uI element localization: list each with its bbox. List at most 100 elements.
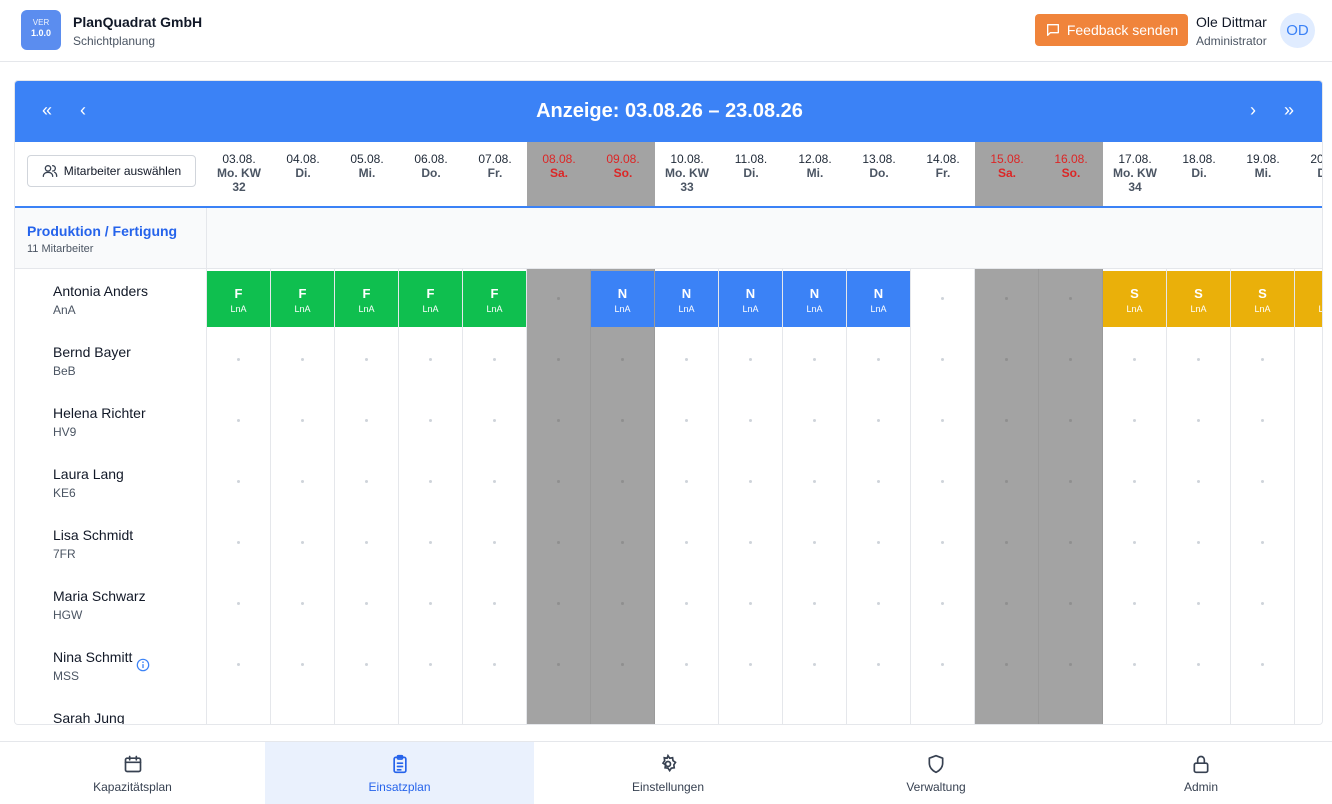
schedule-cell[interactable] <box>271 452 335 513</box>
schedule-cell[interactable] <box>1295 696 1322 724</box>
schedule-cell[interactable]: F LnA <box>207 269 271 330</box>
schedule-cell[interactable] <box>1103 635 1167 696</box>
schedule-cell[interactable] <box>783 330 847 391</box>
schedule-cell[interactable] <box>207 635 271 696</box>
avatar[interactable]: OD <box>1280 13 1315 48</box>
schedule-cell[interactable] <box>1103 574 1167 635</box>
shift-block[interactable]: F LnA <box>207 271 270 327</box>
nav-kapazitaetsplan[interactable]: Kapazitätsplan <box>0 742 265 804</box>
schedule-cell[interactable] <box>335 513 399 574</box>
schedule-cell[interactable] <box>975 635 1039 696</box>
schedule-cell[interactable] <box>1103 452 1167 513</box>
schedule-cell[interactable] <box>655 391 719 452</box>
schedule-cell[interactable] <box>655 574 719 635</box>
schedule-cell[interactable] <box>1103 330 1167 391</box>
schedule-cell[interactable] <box>847 696 911 724</box>
schedule-cell[interactable] <box>271 391 335 452</box>
schedule-cell[interactable] <box>527 391 591 452</box>
schedule-cell[interactable] <box>719 574 783 635</box>
schedule-cell[interactable] <box>591 574 655 635</box>
schedule-cell[interactable] <box>975 696 1039 724</box>
schedule-cell[interactable] <box>975 330 1039 391</box>
schedule-cell[interactable] <box>463 513 527 574</box>
schedule-cell[interactable] <box>1167 513 1231 574</box>
schedule-cell[interactable] <box>1231 574 1295 635</box>
feedback-button[interactable]: Feedback senden <box>1035 14 1188 46</box>
schedule-cell[interactable]: S LnA <box>1231 269 1295 330</box>
shift-block[interactable]: S LnA <box>1231 271 1294 327</box>
schedule-cell[interactable] <box>847 330 911 391</box>
schedule-cell[interactable]: S LnA <box>1167 269 1231 330</box>
schedule-cell[interactable] <box>1039 452 1103 513</box>
schedule-cell[interactable] <box>1039 330 1103 391</box>
schedule-cell[interactable]: S LnA <box>1295 269 1322 330</box>
employee-label[interactable]: Helena Richter HV9 <box>15 391 207 452</box>
nav-verwaltung[interactable]: Verwaltung <box>802 742 1070 804</box>
schedule-cell[interactable] <box>655 513 719 574</box>
schedule-cell[interactable]: F LnA <box>271 269 335 330</box>
schedule-cell[interactable] <box>911 635 975 696</box>
schedule-cell[interactable] <box>591 513 655 574</box>
schedule-cell[interactable] <box>463 696 527 724</box>
schedule-cell[interactable] <box>207 452 271 513</box>
employee-label[interactable]: Sarah Jung <box>15 696 207 724</box>
select-employees-button[interactable]: Mitarbeiter auswählen <box>27 155 196 187</box>
schedule-cell[interactable] <box>1167 696 1231 724</box>
schedule-cell[interactable] <box>1103 696 1167 724</box>
info-icon[interactable] <box>136 658 150 672</box>
schedule-cell[interactable] <box>1231 635 1295 696</box>
schedule-cell[interactable] <box>911 269 975 330</box>
schedule-cell[interactable] <box>527 696 591 724</box>
schedule-cell[interactable] <box>783 452 847 513</box>
schedule-cell[interactable] <box>1231 330 1295 391</box>
schedule-cell[interactable]: F LnA <box>463 269 527 330</box>
schedule-cell[interactable] <box>527 574 591 635</box>
schedule-cell[interactable] <box>591 696 655 724</box>
schedule-cell[interactable] <box>783 635 847 696</box>
schedule-cell[interactable] <box>271 696 335 724</box>
schedule-cell[interactable] <box>527 513 591 574</box>
schedule-cell[interactable] <box>847 635 911 696</box>
schedule-cell[interactable] <box>207 696 271 724</box>
schedule-cell[interactable] <box>655 696 719 724</box>
schedule-cell[interactable] <box>399 696 463 724</box>
schedule-cell[interactable] <box>719 513 783 574</box>
schedule-cell[interactable] <box>335 391 399 452</box>
schedule-cell[interactable] <box>335 635 399 696</box>
schedule-cell[interactable] <box>591 391 655 452</box>
shift-block[interactable]: S LnA <box>1295 271 1322 327</box>
schedule-cell[interactable] <box>335 696 399 724</box>
schedule-cell[interactable] <box>1039 635 1103 696</box>
schedule-cell[interactable] <box>1231 391 1295 452</box>
schedule-cell[interactable] <box>783 574 847 635</box>
schedule-cell[interactable] <box>1295 330 1322 391</box>
shift-block[interactable]: N LnA <box>783 271 846 327</box>
schedule-cell[interactable] <box>847 574 911 635</box>
shift-block[interactable]: S LnA <box>1167 271 1230 327</box>
schedule-cell[interactable] <box>783 391 847 452</box>
schedule-cell[interactable] <box>399 391 463 452</box>
schedule-cell[interactable] <box>911 330 975 391</box>
schedule-cell[interactable]: F LnA <box>335 269 399 330</box>
schedule-cell[interactable] <box>591 330 655 391</box>
schedule-cell[interactable] <box>271 330 335 391</box>
schedule-cell[interactable] <box>1231 513 1295 574</box>
schedule-cell[interactable] <box>591 635 655 696</box>
schedule-cell[interactable] <box>463 330 527 391</box>
shift-block[interactable]: F LnA <box>463 271 526 327</box>
schedule-cell[interactable] <box>1039 391 1103 452</box>
schedule-cell[interactable]: N LnA <box>847 269 911 330</box>
schedule-cell[interactable] <box>1295 452 1322 513</box>
shift-block[interactable]: N LnA <box>847 271 910 327</box>
schedule-cell[interactable] <box>207 391 271 452</box>
schedule-cell[interactable] <box>975 391 1039 452</box>
schedule-cell[interactable] <box>783 513 847 574</box>
group-label[interactable]: Produktion / Fertigung 11 Mitarbeiter <box>15 208 207 269</box>
schedule-cell[interactable] <box>1039 574 1103 635</box>
schedule-cell[interactable] <box>399 574 463 635</box>
schedule-cell[interactable]: N LnA <box>655 269 719 330</box>
schedule-cell[interactable] <box>1295 635 1322 696</box>
schedule-cell[interactable] <box>911 452 975 513</box>
employee-label[interactable]: Laura Lang KE6 <box>15 452 207 513</box>
shift-block[interactable]: F LnA <box>399 271 462 327</box>
